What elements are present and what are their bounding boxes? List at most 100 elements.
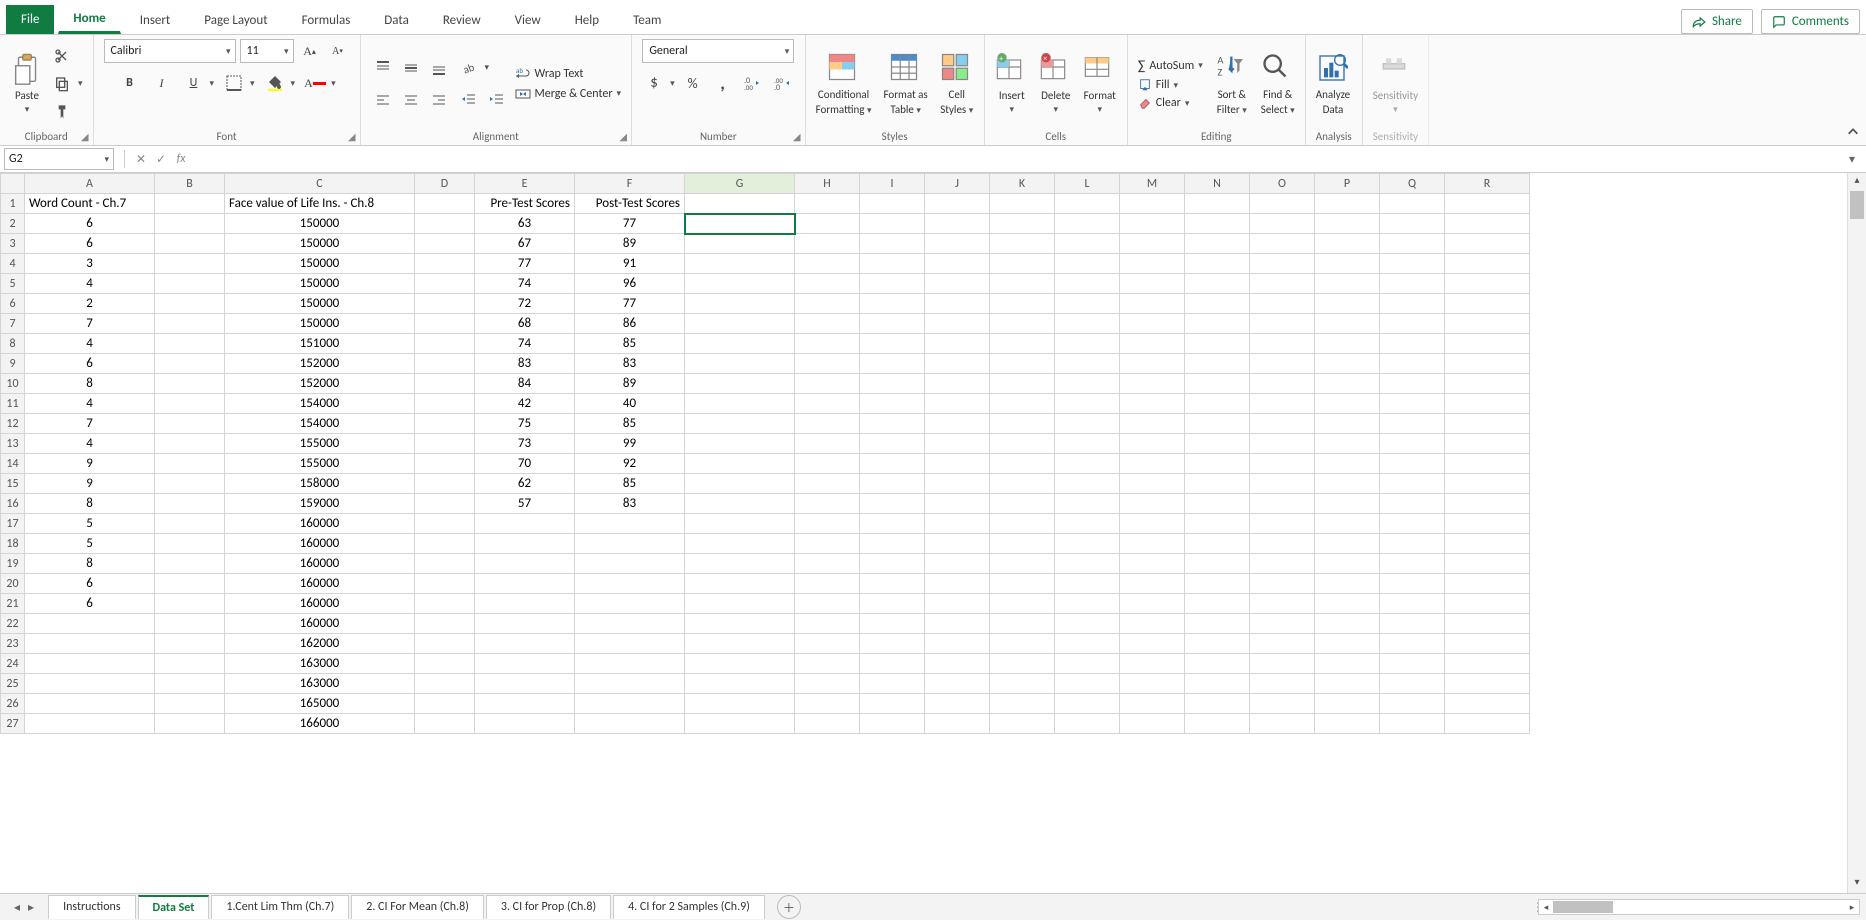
cell[interactable] xyxy=(925,514,990,534)
cell[interactable]: 158000 xyxy=(225,474,415,494)
cell[interactable] xyxy=(685,574,795,594)
tab-view[interactable]: View xyxy=(500,6,556,34)
cut-button[interactable] xyxy=(50,44,74,68)
format-cells-button[interactable]: Format▾ xyxy=(1083,53,1117,115)
row-header[interactable]: 2 xyxy=(1,214,25,234)
cell[interactable] xyxy=(155,594,225,614)
cell[interactable] xyxy=(475,634,575,654)
clear-button[interactable]: Clear▾ xyxy=(1138,96,1203,110)
cell[interactable] xyxy=(1380,634,1445,654)
col-header[interactable]: M xyxy=(1120,174,1185,194)
cell[interactable]: 159000 xyxy=(225,494,415,514)
cell[interactable] xyxy=(1250,554,1315,574)
cell[interactable]: 160000 xyxy=(225,554,415,574)
cell[interactable] xyxy=(1380,394,1445,414)
cell[interactable] xyxy=(1380,714,1445,734)
cell[interactable] xyxy=(1380,414,1445,434)
cell[interactable] xyxy=(1055,334,1120,354)
cell[interactable]: 73 xyxy=(475,434,575,454)
cell[interactable] xyxy=(1120,234,1185,254)
fill-button[interactable]: Fill▾ xyxy=(1138,78,1203,92)
sheet-tab[interactable]: 3. CI for Prop (Ch.8) xyxy=(486,895,611,919)
cell[interactable] xyxy=(1380,654,1445,674)
cell[interactable] xyxy=(475,674,575,694)
cell[interactable] xyxy=(1445,374,1530,394)
cell[interactable] xyxy=(155,694,225,714)
cell[interactable]: 67 xyxy=(475,234,575,254)
cell[interactable] xyxy=(155,634,225,654)
cell[interactable] xyxy=(990,274,1055,294)
cell[interactable] xyxy=(1250,274,1315,294)
cell[interactable] xyxy=(155,414,225,434)
cell[interactable] xyxy=(860,254,925,274)
cell[interactable] xyxy=(1185,314,1250,334)
cell[interactable] xyxy=(575,634,685,654)
cell[interactable] xyxy=(575,654,685,674)
row-header[interactable]: 21 xyxy=(1,594,25,614)
insert-function-button[interactable]: fx xyxy=(171,152,191,166)
cell[interactable] xyxy=(990,634,1055,654)
analyze-data-button[interactable]: AnalyzeData xyxy=(1316,52,1350,116)
spreadsheet-grid[interactable]: ABCDEFGHIJKLMNOPQR1Word Count - Ch.7Face… xyxy=(0,173,1530,734)
row-header[interactable]: 16 xyxy=(1,494,25,514)
cell[interactable]: 77 xyxy=(575,214,685,234)
scroll-thumb[interactable] xyxy=(1850,191,1864,219)
cell[interactable] xyxy=(1055,214,1120,234)
cell[interactable] xyxy=(1445,454,1530,474)
cell[interactable] xyxy=(925,694,990,714)
cell[interactable] xyxy=(1380,674,1445,694)
row-header[interactable]: 15 xyxy=(1,474,25,494)
cell[interactable] xyxy=(1380,474,1445,494)
cell[interactable] xyxy=(795,534,860,554)
row-header[interactable]: 1 xyxy=(1,194,25,214)
cell[interactable] xyxy=(1250,354,1315,374)
cell[interactable] xyxy=(1185,494,1250,514)
cell[interactable] xyxy=(860,494,925,514)
cell[interactable] xyxy=(1120,314,1185,334)
cell[interactable] xyxy=(415,634,475,654)
sheet-nav-next[interactable]: ▸ xyxy=(28,900,34,915)
cell[interactable] xyxy=(1445,534,1530,554)
cell[interactable] xyxy=(1380,434,1445,454)
cell[interactable]: 5 xyxy=(25,514,155,534)
cell[interactable] xyxy=(415,514,475,534)
cell[interactable] xyxy=(860,714,925,734)
cell[interactable] xyxy=(155,294,225,314)
cell[interactable] xyxy=(415,694,475,714)
paste-button[interactable]: Paste ▾ xyxy=(10,53,44,115)
cell[interactable] xyxy=(1250,474,1315,494)
cell[interactable] xyxy=(685,454,795,474)
cell[interactable] xyxy=(1315,194,1380,214)
cell-styles-button[interactable]: Cell Styles ▾ xyxy=(940,52,974,116)
cell[interactable] xyxy=(1055,614,1120,634)
cell[interactable] xyxy=(1445,694,1530,714)
cell[interactable] xyxy=(990,574,1055,594)
cell[interactable] xyxy=(155,534,225,554)
cell[interactable] xyxy=(1315,274,1380,294)
cell[interactable]: 89 xyxy=(575,234,685,254)
cell[interactable]: 89 xyxy=(575,374,685,394)
cell[interactable] xyxy=(860,634,925,654)
row-header[interactable]: 6 xyxy=(1,294,25,314)
tab-review[interactable]: Review xyxy=(428,6,496,34)
cell[interactable] xyxy=(1185,334,1250,354)
cell[interactable] xyxy=(925,294,990,314)
cell[interactable]: 74 xyxy=(475,274,575,294)
tab-home[interactable]: Home xyxy=(58,4,120,34)
cell[interactable] xyxy=(155,494,225,514)
cell[interactable]: 165000 xyxy=(225,694,415,714)
cell[interactable] xyxy=(1315,534,1380,554)
cell[interactable] xyxy=(1055,374,1120,394)
cell[interactable]: 162000 xyxy=(225,634,415,654)
cell[interactable] xyxy=(925,434,990,454)
cell[interactable] xyxy=(475,574,575,594)
cell[interactable] xyxy=(685,654,795,674)
cell[interactable] xyxy=(1445,634,1530,654)
cell[interactable] xyxy=(1380,514,1445,534)
cell[interactable] xyxy=(1250,594,1315,614)
row-header[interactable]: 4 xyxy=(1,254,25,274)
cell[interactable]: 4 xyxy=(25,334,155,354)
cell[interactable] xyxy=(475,614,575,634)
cell[interactable] xyxy=(925,274,990,294)
cell[interactable] xyxy=(925,354,990,374)
